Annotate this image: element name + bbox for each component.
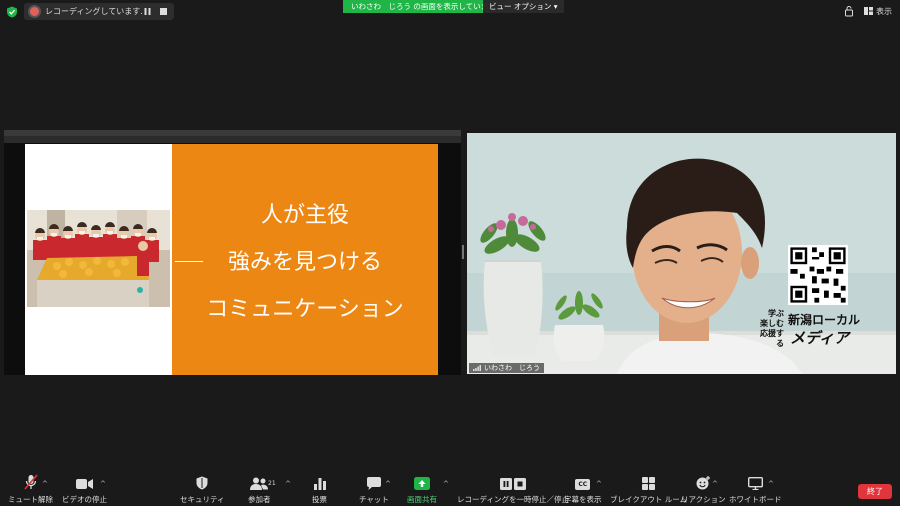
- polls-label: 投票: [312, 495, 327, 504]
- shield-icon: [196, 476, 208, 490]
- chat-label: チャット: [359, 495, 389, 504]
- video-camera-icon: [76, 479, 93, 489]
- whiteboard-label: ホワイトボード: [729, 495, 782, 504]
- brand-overlay: 学ぶ 楽しむ 応援する 新潟ローカル メディア: [760, 241, 888, 348]
- captions-options-chevron-icon[interactable]: ^: [596, 480, 602, 488]
- share-screen-icon: [414, 477, 430, 490]
- participant-name: いわさわ じろう: [484, 364, 540, 372]
- mic-muted-icon: [23, 474, 38, 490]
- smiley-icon: [696, 476, 711, 490]
- end-meeting-button[interactable]: 終了: [858, 484, 892, 499]
- pause-recording-icon[interactable]: [142, 7, 152, 17]
- shared-screen-tile: 人が主役 強みを見つける コミュニケーション: [4, 130, 461, 375]
- shield-icon[interactable]: [6, 6, 18, 18]
- view-options-button[interactable]: ビュー オプション ▾: [483, 0, 564, 13]
- view-grid-icon: [864, 7, 873, 15]
- view-options-label: ビュー オプション: [489, 2, 552, 11]
- reactions-label: リアクション: [681, 495, 726, 504]
- breakout-rooms-icon: [642, 477, 655, 490]
- share-screen-button[interactable]: 画面共有: [407, 468, 437, 505]
- polls-button[interactable]: 投票: [312, 468, 327, 505]
- audio-options-chevron-icon[interactable]: ^: [42, 480, 48, 488]
- recording-indicator: レコーディングしています...: [24, 3, 174, 20]
- whiteboard-options-chevron-icon[interactable]: ^: [768, 480, 774, 488]
- chevron-down-icon: ▾: [553, 2, 558, 11]
- share-screen-label: 画面共有: [407, 495, 437, 504]
- recording-dot-icon: [30, 7, 39, 16]
- pause-stop-icon: [499, 478, 526, 490]
- whiteboard-icon: [747, 477, 763, 490]
- participants-label: 参加者: [248, 495, 271, 504]
- breakout-rooms-button[interactable]: ブレイクアウト ルーム: [610, 468, 687, 505]
- brand-tagline-2: 楽しむ: [760, 319, 784, 328]
- signal-icon: [473, 365, 481, 371]
- view-button[interactable]: 表示: [864, 6, 892, 17]
- screen-share-banner: いわさわ じろう の画面を表示しています: [343, 0, 504, 13]
- captions-label: 字幕を表示: [564, 495, 602, 504]
- pause-stop-recording-button[interactable]: レコーディングを一時停止／停止: [457, 468, 569, 505]
- chat-options-chevron-icon[interactable]: ^: [385, 480, 391, 488]
- qr-code: [788, 245, 848, 305]
- slide-line-2: 強みを見つける: [227, 250, 382, 275]
- reactions-button[interactable]: リアクション: [681, 468, 726, 505]
- stop-video-label: ビデオの停止: [62, 495, 107, 504]
- security-button[interactable]: セキュリティ: [180, 468, 225, 505]
- top-right-controls: 表示: [844, 5, 892, 17]
- view-label: 表示: [876, 6, 892, 16]
- security-label: セキュリティ: [180, 495, 225, 504]
- participants-count: 21: [268, 480, 276, 487]
- participant-video-tile: 学ぶ 楽しむ 応援する 新潟ローカル メディア いわさわ じろう: [467, 133, 896, 374]
- reactions-options-chevron-icon[interactable]: ^: [712, 480, 718, 488]
- participants-icon: [250, 477, 269, 490]
- recording-status-text: レコーディングしています...: [45, 7, 142, 16]
- unmute-label: ミュート解除: [8, 495, 53, 504]
- pause-stop-recording-label: レコーディングを一時停止／停止: [457, 495, 569, 504]
- slide-line-3: コミュニケーション: [206, 297, 404, 322]
- presentation-slide: 人が主役 強みを見つける コミュニケーション: [25, 144, 438, 375]
- shared-window-toolbar: [4, 136, 461, 143]
- group-photo: [27, 210, 170, 307]
- participant-name-tag: いわさわ じろう: [469, 363, 544, 373]
- participants-options-chevron-icon[interactable]: ^: [285, 480, 291, 488]
- slide-line-1: 人が主役: [260, 203, 349, 228]
- video-options-chevron-icon[interactable]: ^: [100, 480, 106, 488]
- brand-tagline-1: 学ぶ: [768, 309, 784, 318]
- share-options-chevron-icon[interactable]: ^: [443, 480, 449, 488]
- brand-media: メディア: [790, 329, 849, 347]
- closed-captions-icon: CC: [575, 479, 591, 490]
- split-divider-handle[interactable]: [462, 245, 464, 259]
- meeting-toolbar: ミュート解除 ^ ビデオの停止 ^ セキュリティ 参加者 21 ^ 投票 チャッ…: [0, 468, 900, 506]
- stop-recording-icon[interactable]: [158, 7, 168, 17]
- breakout-rooms-label: ブレイクアウト ルーム: [610, 495, 688, 504]
- brand-name: 新潟ローカル: [788, 313, 861, 327]
- bar-chart-icon: [313, 478, 326, 490]
- brand-tagline-3: 応援する: [760, 329, 784, 348]
- rotate-icon[interactable]: [844, 5, 854, 17]
- chat-bubble-icon: [366, 477, 381, 490]
- brand-tagline: 学ぶ 楽しむ 応援する: [756, 309, 784, 349]
